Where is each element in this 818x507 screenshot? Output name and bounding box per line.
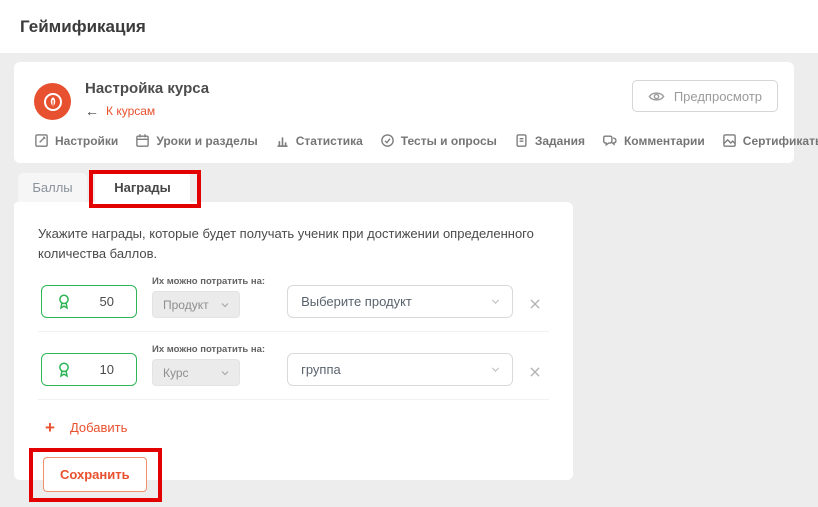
tab-rewards[interactable]: Награды bbox=[95, 172, 190, 202]
spend-label: Их можно потратить на: bbox=[152, 276, 265, 287]
course-info: Настройка курса ← К курсам bbox=[85, 80, 209, 118]
spend-type-select[interactable]: Продукт bbox=[152, 291, 240, 318]
back-to-courses-link[interactable]: ← К курсам bbox=[85, 104, 209, 118]
nav-item-comments[interactable]: Комментарии bbox=[602, 133, 705, 148]
reward-target-value: группа bbox=[301, 362, 341, 377]
page-body: Настройка курса ← К курсам Предпросмотр bbox=[0, 53, 818, 480]
back-link-label: К курсам bbox=[106, 104, 155, 118]
nav-item-settings[interactable]: Настройки bbox=[34, 133, 118, 148]
arrow-left-icon: ← bbox=[85, 104, 99, 118]
nav-item-label: Сертификаты bbox=[743, 134, 818, 148]
spend-label: Их можно потратить на: bbox=[152, 344, 265, 355]
nav-item-label: Задания bbox=[535, 134, 585, 148]
nav-item-certificates[interactable]: Сертификаты bbox=[722, 133, 818, 148]
rewards-description: Укажите награды, которые будет получать … bbox=[38, 224, 553, 264]
spend-group: Их можно потратить на: Курс bbox=[152, 344, 265, 386]
spend-type-value: Продукт bbox=[163, 298, 209, 312]
save-button[interactable]: Сохранить bbox=[43, 457, 147, 492]
course-nav: Настройки Уроки и разделы Статистика bbox=[34, 133, 778, 163]
add-reward-label: Добавить bbox=[70, 420, 127, 435]
bar-chart-icon bbox=[275, 133, 290, 148]
certificate-icon bbox=[722, 133, 737, 148]
reward-row: 10 Их можно потратить на: Курс группа bbox=[38, 332, 549, 400]
chevron-down-icon bbox=[489, 363, 502, 376]
plus-icon: + bbox=[45, 419, 55, 436]
course-avatar bbox=[34, 83, 71, 120]
top-bar: Геймификация bbox=[0, 0, 818, 53]
spend-type-value: Курс bbox=[163, 366, 189, 380]
rewards-points-tabs: Баллы Награды bbox=[14, 169, 804, 202]
close-icon bbox=[528, 365, 542, 379]
points-input[interactable]: 50 bbox=[41, 285, 137, 318]
reward-target-value: Выберите продукт bbox=[301, 294, 412, 309]
nav-item-lessons[interactable]: Уроки и разделы bbox=[135, 133, 257, 148]
nav-item-label: Тесты и опросы bbox=[401, 134, 497, 148]
eye-icon bbox=[648, 90, 665, 103]
rewards-panel: Укажите награды, которые будет получать … bbox=[14, 202, 573, 480]
preview-button[interactable]: Предпросмотр bbox=[632, 80, 778, 112]
medal-icon bbox=[55, 293, 73, 311]
nav-item-label: Настройки bbox=[55, 134, 118, 148]
nav-item-assignments[interactable]: Задания bbox=[514, 133, 585, 148]
nav-item-tests[interactable]: Тесты и опросы bbox=[380, 133, 497, 148]
close-icon bbox=[528, 297, 542, 311]
chevron-down-icon bbox=[489, 295, 502, 308]
page-title: Геймификация bbox=[20, 17, 146, 37]
nav-item-label: Уроки и разделы bbox=[156, 134, 257, 148]
comments-icon bbox=[602, 133, 618, 148]
add-reward-link[interactable]: + Добавить bbox=[45, 419, 549, 436]
medal-icon bbox=[55, 361, 73, 379]
nav-item-statistics[interactable]: Статистика bbox=[275, 133, 363, 148]
course-title: Настройка курса bbox=[85, 80, 209, 97]
remove-reward-button[interactable] bbox=[528, 365, 542, 379]
spend-type-select[interactable]: Курс bbox=[152, 359, 240, 386]
spend-group: Их можно потратить на: Продукт bbox=[152, 276, 265, 318]
edit-icon bbox=[34, 133, 49, 148]
points-value: 10 bbox=[100, 362, 123, 377]
nav-item-label: Статистика bbox=[296, 134, 363, 148]
reward-row: 50 Их можно потратить на: Продукт Выбери… bbox=[38, 264, 549, 332]
leaf-logo-icon bbox=[40, 89, 66, 115]
course-header-row: Настройка курса ← К курсам Предпросмотр bbox=[34, 80, 778, 120]
tab-points[interactable]: Баллы bbox=[18, 173, 87, 202]
points-input[interactable]: 10 bbox=[41, 353, 137, 386]
preview-button-label: Предпросмотр bbox=[674, 89, 762, 104]
points-value: 50 bbox=[100, 294, 123, 309]
remove-reward-button[interactable] bbox=[528, 297, 542, 311]
red-annotation-save-button: Сохранить bbox=[29, 448, 162, 502]
course-header-card: Настройка курса ← К курсам Предпросмотр bbox=[14, 62, 794, 163]
reward-target-select[interactable]: группа bbox=[287, 353, 513, 386]
clipboard-icon bbox=[514, 133, 529, 148]
reward-target-select[interactable]: Выберите продукт bbox=[287, 285, 513, 318]
nav-item-label: Комментарии bbox=[624, 134, 705, 148]
check-circle-icon bbox=[380, 133, 395, 148]
chevron-down-icon bbox=[219, 299, 231, 311]
calendar-icon bbox=[135, 133, 150, 148]
chevron-down-icon bbox=[219, 367, 231, 379]
